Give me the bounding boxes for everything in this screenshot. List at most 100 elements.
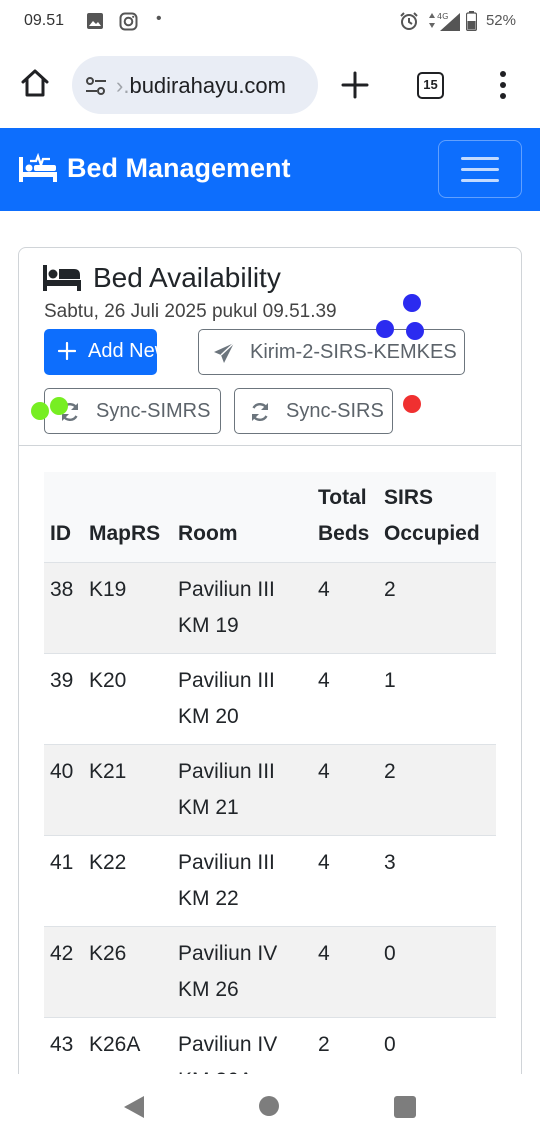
cell-maprs: K20 [83, 653, 172, 745]
kirim-label: Kirim-2-SIRS-KEMKES [250, 341, 457, 363]
send-icon [213, 342, 235, 370]
cell-room: Paviliun III KM 19 [172, 562, 312, 654]
col-total-beds: Total Beds [312, 472, 378, 563]
cell-room-line1: Paviliun III [178, 669, 275, 692]
gallery-icon [86, 12, 104, 35]
plus-icon [341, 71, 369, 99]
url-domain: budirahayu.com [129, 73, 286, 98]
cell-total: 4 [312, 835, 378, 927]
cell-room: Paviliun III KM 22 [172, 835, 312, 927]
cell-room-line1: Paviliun IV [178, 942, 278, 965]
status-dot-blue [403, 294, 421, 312]
back-button[interactable] [122, 1094, 146, 1125]
cell-total: 4 [312, 653, 378, 745]
table-row[interactable]: 42 K26 Paviliun IV KM 26 4 0 [44, 926, 496, 1018]
cell-id: 39 [44, 653, 83, 745]
battery-icon [465, 11, 478, 36]
col-id: ID [44, 472, 83, 563]
col-total-beds-line2: Beds [318, 522, 370, 545]
more-menu-button[interactable] [493, 68, 513, 102]
plus-icon [57, 341, 77, 366]
cell-room-line2: KM 22 [178, 887, 239, 910]
col-maprs: MapRS [83, 472, 172, 563]
battery-level: 52% [485, 12, 516, 29]
cell-maprs: K26 [83, 926, 172, 1018]
cell-room-line2: KM 26 [178, 978, 239, 1001]
cell-room-line1: Paviliun IV [178, 1033, 278, 1056]
cell-occupied: 2 [378, 562, 496, 654]
sync-sirs-button[interactable]: Sync-SIRS [234, 388, 393, 434]
status-bar: 09.51 • 4G 52% [0, 0, 540, 44]
sync-simrs-button[interactable]: Sync-SIMRS [44, 388, 221, 434]
cell-id: 42 [44, 926, 83, 1018]
navbar-toggler-button[interactable] [438, 140, 522, 198]
home-icon [21, 69, 49, 97]
col-room: Room [172, 472, 312, 563]
bed-icon [43, 265, 81, 296]
status-dot-blue [406, 322, 424, 340]
instagram-icon [119, 12, 138, 36]
cell-id: 40 [44, 744, 83, 836]
cell-room-line2: KM 20 [178, 705, 239, 728]
hamburger-line [461, 157, 499, 160]
card-header: Bed Availability Sabtu, 26 Juli 2025 puk… [19, 248, 521, 446]
alarm-icon [399, 11, 419, 36]
kirim-sirs-kemkes-button[interactable]: Kirim-2-SIRS-KEMKES [198, 329, 465, 375]
add-new-button[interactable]: Add New [44, 329, 169, 375]
site-settings-icon[interactable] [84, 74, 108, 103]
bed-table: ID MapRS Room Total Beds SIRS Occupied 38 … [44, 472, 496, 1086]
new-tab-button[interactable] [338, 68, 372, 102]
address-bar[interactable]: ›.budirahayu.com [72, 56, 318, 114]
status-dot-green [50, 397, 68, 415]
table-row[interactable]: 39 K20 Paviliun III KM 20 4 1 [44, 653, 496, 745]
cell-id: 38 [44, 562, 83, 654]
sync-icon [249, 401, 271, 429]
cell-room-line2: KM 21 [178, 796, 239, 819]
cell-total: 4 [312, 562, 378, 654]
back-triangle-icon [124, 1096, 144, 1118]
col-sirs-occupied: SIRS Occupied [378, 472, 496, 563]
url-prefix: ›. [116, 73, 130, 98]
svg-text:4G: 4G [437, 12, 448, 21]
cell-occupied: 2 [378, 744, 496, 836]
cell-room-line1: Paviliun III [178, 760, 275, 783]
cell-total: 4 [312, 926, 378, 1018]
cell-room: Paviliun III KM 21 [172, 744, 312, 836]
sync-simrs-label: Sync-SIMRS [96, 400, 211, 422]
cell-maprs: K22 [83, 835, 172, 927]
table-row[interactable]: 41 K22 Paviliun III KM 22 4 3 [44, 835, 496, 927]
add-new-label: Add New [88, 340, 170, 362]
col-total-beds-line1: Total [318, 486, 367, 509]
table-row[interactable]: 38 K19 Paviliun III KM 19 4 2 [44, 562, 496, 654]
status-dot-green [31, 402, 49, 420]
cell-occupied: 0 [378, 926, 496, 1018]
cell-room-line1: Paviliun III [178, 578, 275, 601]
sync-sirs-label: Sync-SIRS [286, 400, 384, 422]
hamburger-line [461, 179, 499, 182]
home-button[interactable] [18, 66, 54, 102]
table-row[interactable]: 40 K21 Paviliun III KM 21 4 2 [44, 744, 496, 836]
cell-id: 41 [44, 835, 83, 927]
table-header-row: ID MapRS Room Total Beds SIRS Occupied [44, 472, 496, 563]
navbar-brand[interactable]: Bed Management [67, 153, 291, 184]
cell-room: Paviliun IV KM 26 [172, 926, 312, 1018]
current-datetime: Sabtu, 26 Juli 2025 pukul 09.51.39 [44, 301, 337, 322]
recents-button[interactable] [394, 1096, 416, 1118]
col-sirs-line1: SIRS [384, 486, 434, 509]
tab-switcher-button[interactable]: 15 [417, 72, 444, 99]
cell-total: 4 [312, 744, 378, 836]
col-sirs-line2: Occupied [384, 522, 480, 545]
cell-room-line1: Paviliun III [178, 851, 275, 874]
status-dot-blue [376, 320, 394, 338]
system-home-button[interactable] [259, 1096, 279, 1116]
cell-room: Paviliun III KM 20 [172, 653, 312, 745]
bed-pulse-icon [18, 152, 58, 188]
url-text: ›.budirahayu.com [116, 73, 286, 99]
cell-occupied: 3 [378, 835, 496, 927]
hamburger-line [461, 168, 499, 171]
notification-dot: • [156, 10, 162, 27]
status-time: 09.51 [24, 12, 65, 29]
status-dot-red [403, 395, 421, 413]
signal-icon: 4G [426, 10, 462, 37]
system-nav-bar [0, 1074, 540, 1140]
